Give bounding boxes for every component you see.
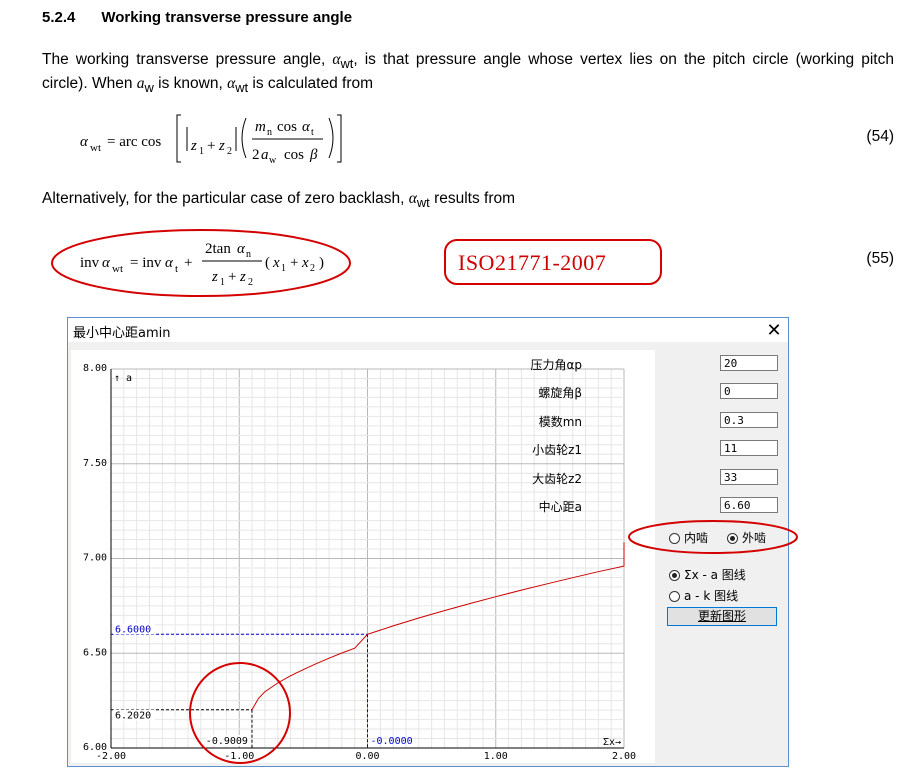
svg-text:t: t [311, 127, 314, 138]
svg-text:1: 1 [199, 146, 204, 157]
equation-55-number: (55) [866, 250, 894, 267]
svg-text:α: α [102, 255, 111, 271]
iso-standard-label: ISO21771-2007 [458, 250, 607, 275]
svg-text:+: + [184, 255, 192, 271]
equation-54-number: (54) [866, 128, 894, 145]
svg-text:+: + [290, 255, 298, 271]
svg-text:1: 1 [220, 277, 225, 288]
center-distance-label: 中心距a [538, 500, 582, 514]
gear-teeth-label: 大齿轮z2 [532, 472, 582, 486]
radio-dot-selected [669, 570, 680, 581]
svg-text:+: + [207, 138, 215, 154]
svg-text:(: ( [265, 255, 270, 271]
close-button[interactable]: ✕ [762, 318, 786, 342]
update-graph-button[interactable]: 更新图形 [667, 607, 777, 626]
svg-text:): ) [319, 255, 324, 271]
center-distance-input[interactable] [720, 497, 778, 513]
equation-55: inv α wt = inv α t + 2tan α n z 1 + z 2 … [80, 241, 324, 288]
x-tick-label: -1.00 [224, 751, 254, 762]
svg-text:z: z [190, 138, 197, 154]
svg-text:x: x [272, 255, 280, 271]
x-tick-label: 2.00 [612, 751, 636, 762]
svg-text:α: α [302, 119, 311, 135]
svg-text:2: 2 [310, 263, 315, 274]
svg-text:2: 2 [252, 147, 260, 163]
equation-54: α wt = arc cos z 1 + z 2 m n cos α t 2 a… [80, 114, 342, 166]
alpha-subscript-3: wt [416, 195, 430, 211]
svg-text:w: w [269, 155, 277, 166]
helix-angle-label: 螺旋角β [538, 386, 582, 400]
sigma-x-a-chart: -2.00 -1.00 0.00 1.00 2.006.006.507.007.508.… [83, 363, 636, 762]
helix-angle-input[interactable] [720, 383, 778, 399]
update-graph-label: 更新图形 [697, 609, 746, 623]
dialog-title: 最小中心距amin [73, 326, 171, 341]
dialog-titlebar: 最小中心距amin ✕ [68, 318, 788, 342]
a-k-graph-label: a - k 图线 [684, 589, 739, 603]
x-tick-label: 0.00 [355, 751, 379, 762]
external-gear-label: 外啮 [742, 531, 767, 545]
svg-text:2: 2 [248, 277, 253, 288]
svg-text:2tan: 2tan [205, 241, 231, 257]
gear-teeth-input[interactable] [720, 469, 778, 485]
svg-text:n: n [267, 127, 272, 138]
a-current-label: 6.6000 [115, 624, 151, 635]
y-tick-label: 7.50 [83, 458, 107, 469]
y-tick-label: 6.00 [83, 742, 107, 753]
svg-text:wt: wt [90, 142, 101, 154]
svg-text:= inv: = inv [130, 255, 162, 271]
pinion-teeth-input[interactable] [720, 440, 778, 456]
module-input[interactable] [720, 412, 778, 428]
x-min-label: -0.9009 [206, 736, 248, 747]
chart-panel: -2.00 -1.00 0.00 1.00 2.00 6.00 6.50 7.00 7.50 8.… [71, 350, 655, 763]
para2-text-1: Alternatively, for the particular case o… [42, 190, 409, 207]
svg-text:n: n [246, 249, 251, 260]
svg-text:z: z [239, 269, 246, 285]
svg-text:1: 1 [281, 263, 286, 274]
svg-text:z: z [211, 269, 218, 285]
external-gear-radio[interactable]: 外啮 [727, 529, 766, 546]
alt-paragraph: Alternatively, for the particular case o… [42, 189, 894, 213]
module-label: 模数mn [538, 415, 582, 429]
pinion-teeth-label: 小齿轮z1 [532, 443, 582, 457]
y-tick-label: 7.00 [83, 553, 107, 564]
y-tick-label: 8.00 [83, 363, 107, 374]
svg-text:z: z [218, 138, 225, 154]
svg-text:m: m [255, 119, 266, 135]
min-center-distance-dialog: 最小中心距amin ✕ -2.00 -1.00 0.00 1.00 2.00 6.00 6.… [67, 317, 789, 767]
svg-text:cos: cos [284, 147, 304, 163]
svg-text:α: α [80, 134, 89, 150]
svg-text:= arc cos: = arc cos [107, 134, 161, 150]
pressure-angle-input[interactable] [720, 355, 778, 371]
radio-dot-selected [727, 533, 738, 544]
svg-text:α: α [165, 255, 174, 271]
sigma-x-a-graph-radio[interactable]: Σx - a 图线 [669, 566, 746, 583]
radio-dot [669, 591, 680, 602]
y-axis-label: ↑ a [114, 373, 132, 384]
svg-text:a: a [261, 147, 269, 163]
para2-text-2: results from [429, 190, 516, 207]
svg-text:t: t [175, 263, 178, 275]
alpha-symbol-3: α [408, 190, 417, 207]
svg-text:wt: wt [112, 263, 123, 275]
svg-text:inv: inv [80, 255, 100, 271]
x-tick-label: 1.00 [484, 751, 508, 762]
svg-text:x: x [301, 255, 309, 271]
x-axis-label: Σx→ [603, 737, 621, 748]
a-k-graph-radio[interactable]: a - k 图线 [669, 587, 738, 604]
svg-text:+: + [228, 269, 236, 285]
sigma-x-a-graph-label: Σx - a 图线 [684, 568, 746, 582]
svg-text:α: α [237, 241, 246, 257]
y-tick-label: 6.50 [83, 647, 107, 658]
svg-text:β: β [309, 147, 318, 163]
internal-gear-label: 内啮 [684, 531, 709, 545]
internal-gear-radio[interactable]: 内啮 [669, 529, 708, 546]
pressure-angle-label: 压力角αp [530, 358, 582, 372]
a-min-label: 6.2020 [115, 711, 151, 722]
radio-dot [669, 533, 680, 544]
svg-text:2: 2 [227, 146, 232, 157]
svg-text:cos: cos [277, 119, 297, 135]
x-current-label: -0.0000 [371, 736, 413, 747]
